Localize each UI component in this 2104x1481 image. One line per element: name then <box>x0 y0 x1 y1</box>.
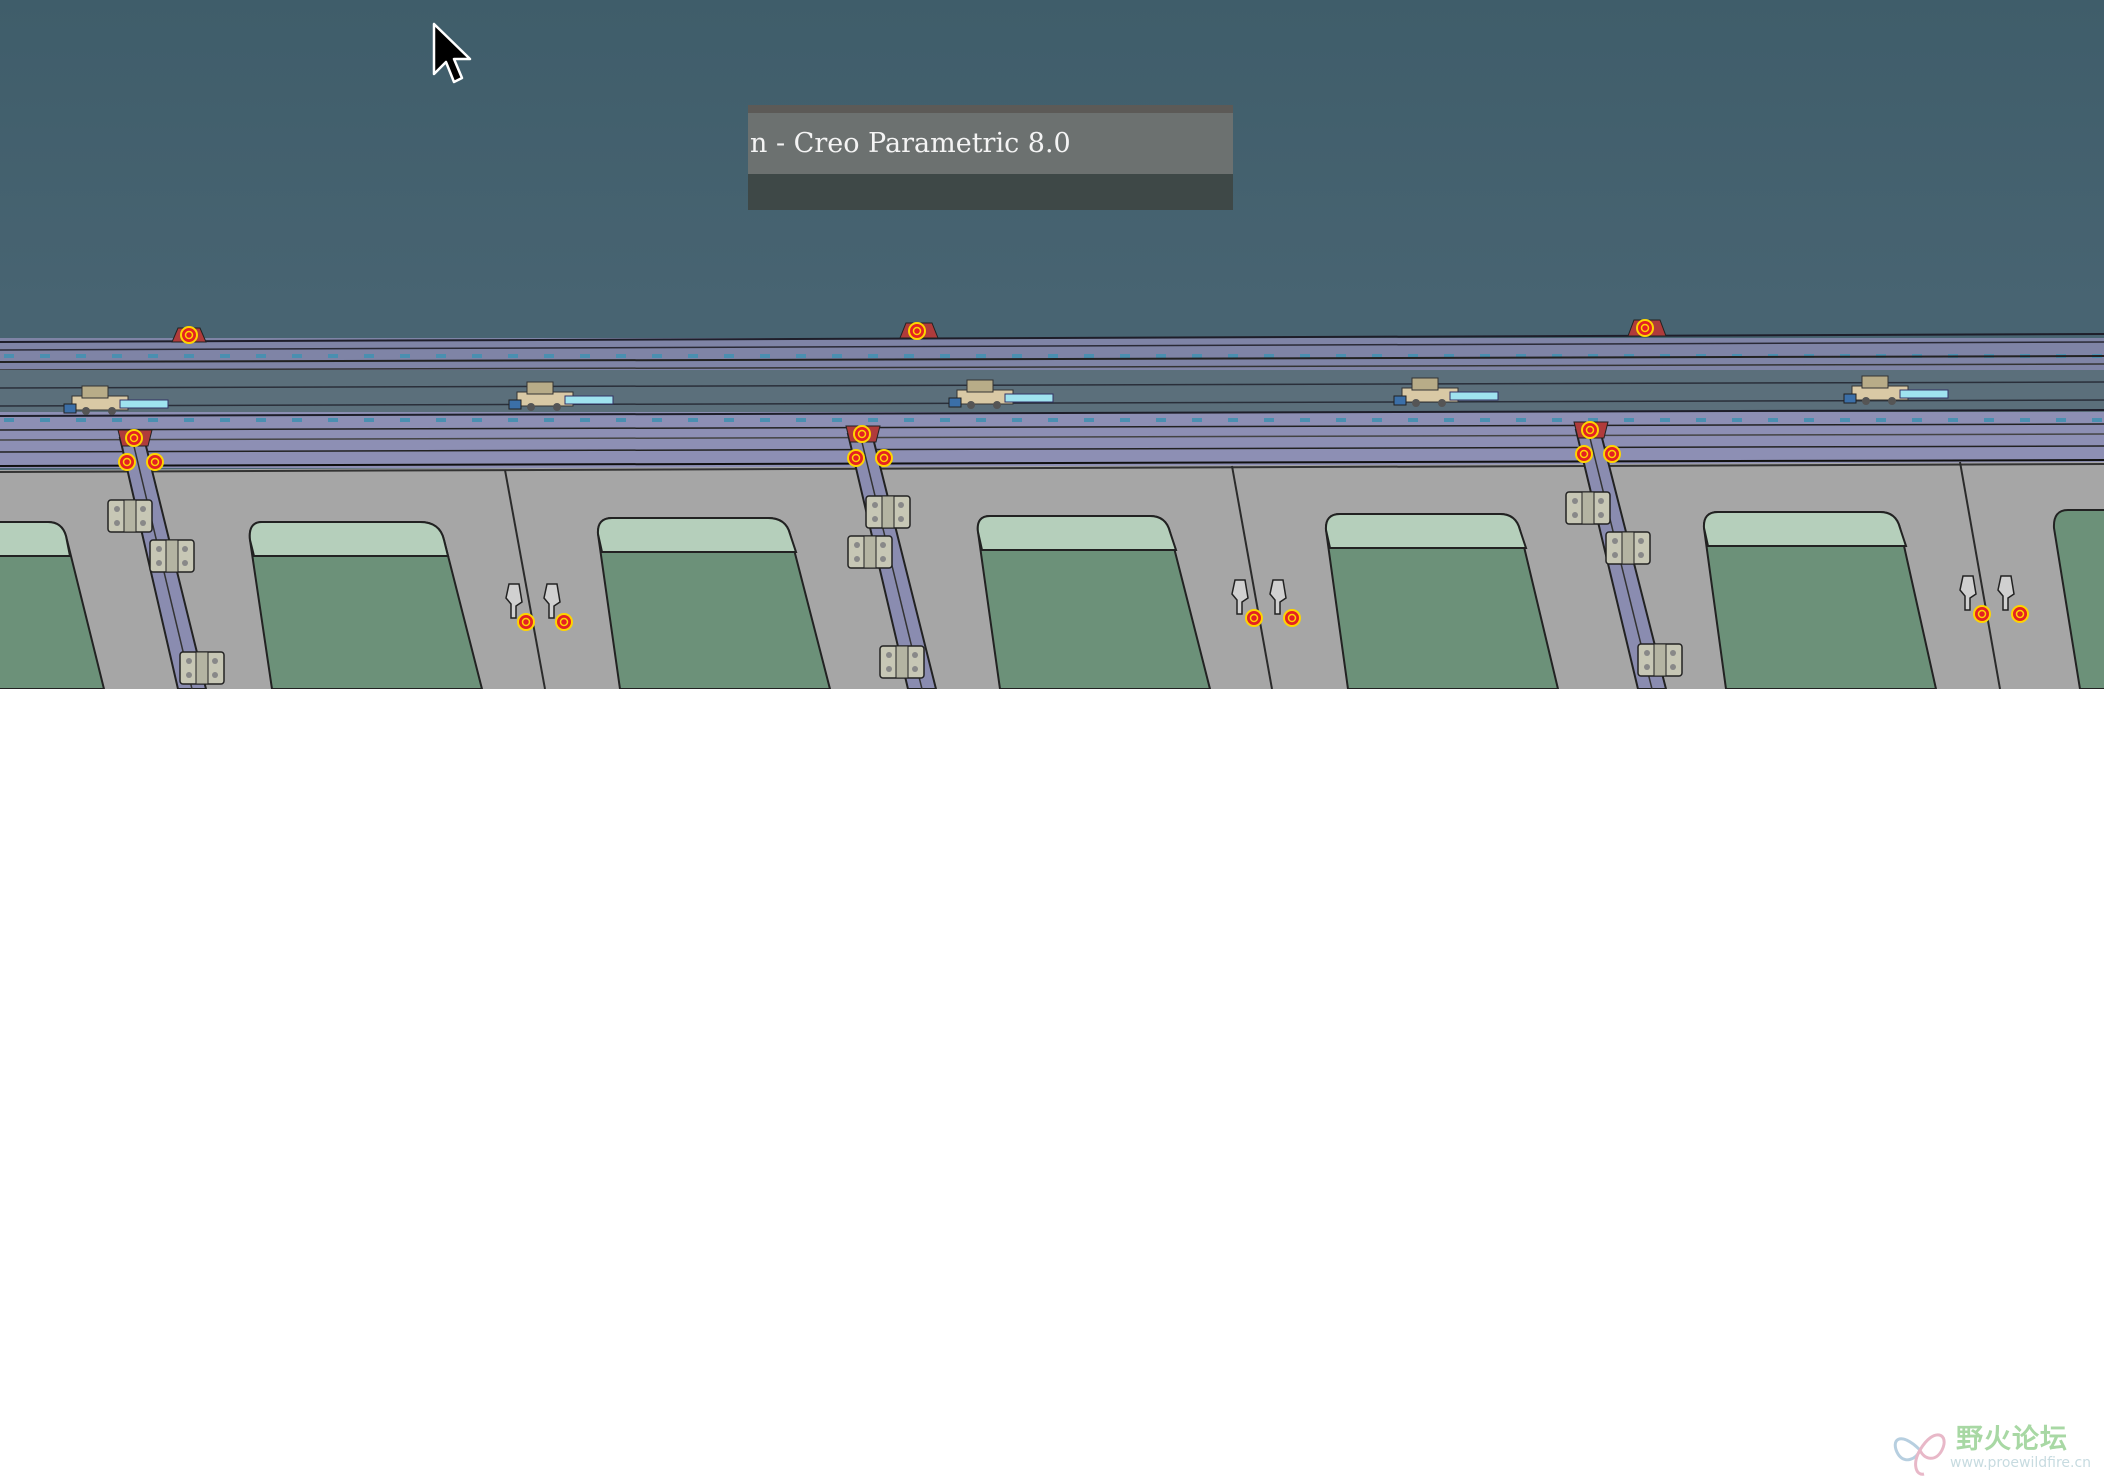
page-footer: 野火论坛 www.proewildfire.cn <box>0 689 2104 1476</box>
window-title-text: n - Creo Parametric 8.0 <box>748 113 1233 174</box>
forum-watermark: 野火论坛 www.proewildfire.cn <box>1890 1415 2100 1481</box>
title-popup-border <box>748 105 1233 113</box>
graphics-viewport[interactable]: n - Creo Parametric 8.0 <box>0 0 2104 689</box>
watermark-text: 野火论坛 <box>1956 1424 2068 1455</box>
watermark-logo-icon <box>1893 1433 1946 1476</box>
watermark-url: www.proewildfire.cn <box>1950 1455 2092 1471</box>
assembly-model[interactable] <box>0 0 2104 689</box>
mouse-pointer-icon <box>432 22 472 84</box>
window-title-popup: n - Creo Parametric 8.0 <box>748 105 1233 210</box>
